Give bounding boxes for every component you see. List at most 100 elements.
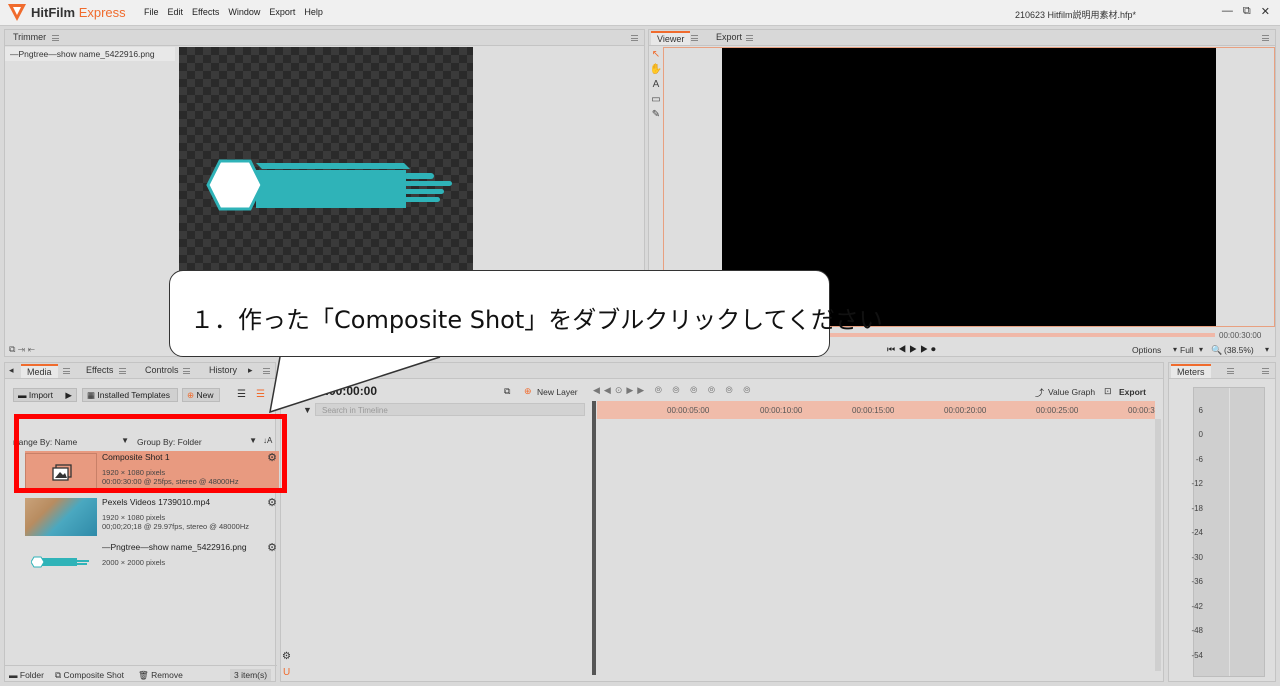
minimize-icon[interactable]: — — [1222, 5, 1233, 18]
hand-tool-icon[interactable]: ✋ — [649, 62, 663, 77]
new-button[interactable]: ⊕ New — [182, 388, 220, 402]
transport-controls[interactable]: ⏮◀▶▶⏺ — [887, 344, 939, 355]
restore-icon[interactable]: ⧉ — [1243, 5, 1251, 18]
viewer-scrubber[interactable] — [829, 333, 1215, 337]
meter-scale-label: -12 — [1191, 479, 1203, 488]
media-item-dimensions: 2000 × 2000 pixels — [102, 558, 166, 567]
installed-templates-button[interactable]: ▦ Installed Templates — [82, 388, 178, 402]
tab-viewer[interactable]: Viewer — [651, 31, 691, 45]
chevron-down-icon[interactable]: ▾ — [1173, 345, 1177, 354]
tab-history[interactable]: History — [209, 365, 237, 375]
timeline-nav-controls[interactable]: ◀◀⊙▶▶ ⦾ ⦾ ⦾ ⦾ ⦾ ⦾ — [593, 385, 754, 396]
timeline-ruler[interactable]: 00:00:05:00 00:00:10:00 00:00:15:00 00:0… — [597, 401, 1155, 419]
trimmer-file-tab[interactable]: —Pngtree—show name_5422916.png — [5, 47, 175, 61]
meter-divider — [1229, 388, 1230, 676]
tab-controls[interactable]: Controls — [145, 365, 179, 375]
tab-meters[interactable]: Meters — [1171, 364, 1211, 378]
menu-export[interactable]: Export — [269, 7, 295, 17]
panel-menu-icon[interactable] — [1262, 35, 1269, 41]
ruler-tick-label: 00:00:3 — [1128, 406, 1155, 415]
hitfilm-logo-icon — [8, 4, 26, 21]
title-bar: HitFilm Express File Edit Effects Window… — [0, 0, 1280, 26]
viewer-tabbar: Viewer Export — [649, 30, 1275, 46]
timeline-export-button[interactable]: Export — [1119, 387, 1146, 397]
panel-menu-icon[interactable] — [631, 35, 638, 41]
layer-divider[interactable] — [592, 401, 596, 675]
snap-magnet-icon[interactable]: U — [283, 667, 290, 678]
zoom-dropdown[interactable]: (38.5%) — [1224, 345, 1254, 355]
pen-tool-icon[interactable]: ✎ — [649, 107, 663, 122]
tab-media[interactable]: Media — [21, 364, 58, 378]
menu-help[interactable]: Help — [304, 7, 323, 17]
trimmer-tabbar: Trimmer — [5, 30, 644, 46]
meters-tabbar: Meters — [1169, 363, 1275, 379]
value-graph-icon: ⤴ — [1035, 388, 1045, 398]
media-item-pexels-video[interactable]: Pexels Videos 1739010.mp4 1920 × 1080 pi… — [25, 496, 279, 538]
value-graph-button[interactable]: Value Graph — [1048, 387, 1095, 397]
list-view-icon[interactable]: ☰ — [237, 389, 246, 400]
menu-icon[interactable] — [1227, 368, 1234, 374]
menu-bar: File Edit Effects Window Export Help — [144, 7, 332, 17]
text-tool-icon[interactable]: A — [649, 77, 663, 92]
composite-icon: ⧉ — [55, 670, 62, 680]
window-controls: — ⧉ ✕ — [1222, 5, 1270, 18]
menu-icon[interactable] — [63, 368, 70, 374]
gear-icon[interactable]: ⚙ — [267, 541, 277, 554]
zoom-icon: 🔍 — [1211, 345, 1223, 355]
media-item-details: 00;00;20;18 @ 29.97fps, stereo @ 48000Hz — [102, 522, 249, 531]
new-layer-button[interactable]: New Layer — [537, 387, 578, 397]
document-title: 210623 Hitfilm説明用素材.hfp* — [1015, 10, 1137, 20]
gear-icon[interactable]: ⚙ — [267, 496, 277, 509]
annotation-highlight-box — [14, 414, 287, 493]
meter-scale-label: -6 — [1195, 455, 1203, 464]
trimmer-controls-icon[interactable]: ⧉ ⇥ ⇤ — [9, 344, 35, 355]
quality-dropdown[interactable]: Full — [1180, 345, 1194, 355]
gear-icon[interactable]: ⚙ — [282, 651, 291, 662]
menu-icon[interactable] — [119, 368, 126, 374]
tab-trimmer[interactable]: Trimmer — [13, 32, 46, 42]
import-button[interactable]: ▬ Import ▶ — [13, 388, 77, 402]
tab-export[interactable]: Export — [716, 32, 742, 42]
pexels-video-thumbnail — [25, 498, 97, 536]
ruler-tick-label: 00:00:25:00 — [1036, 406, 1079, 415]
png-thumbnail — [25, 543, 97, 581]
show-name-graphic — [206, 159, 452, 211]
trimmer-preview[interactable] — [179, 47, 473, 300]
chevron-down-icon[interactable]: ▾ — [1265, 345, 1269, 354]
new-composite-shot-button[interactable]: ⧉ Composite Shot — [55, 670, 124, 681]
chevron-right-icon: ▶ — [65, 390, 72, 400]
callout-join — [200, 340, 440, 356]
media-tabbar: ◂ Media Effects Controls History ▸ — [5, 363, 275, 379]
tab-scroll-right-icon[interactable]: ▸ — [248, 365, 253, 376]
trimmer-file-label: —Pngtree—show name_5422916.png — [10, 49, 155, 59]
panel-menu-icon[interactable] — [1262, 368, 1269, 374]
options-dropdown[interactable]: Options — [1132, 345, 1161, 355]
app-name: HitFilm Express — [31, 5, 126, 20]
timeline-scrollbar[interactable] — [1155, 419, 1161, 671]
ruler-tick-label: 00:00:15:00 — [852, 406, 895, 415]
tab-effects[interactable]: Effects — [86, 365, 113, 375]
remove-button[interactable]: 🗑 Remove — [138, 670, 183, 681]
menu-icon[interactable] — [746, 35, 753, 41]
media-item-dimensions: 1920 × 1080 pixels — [102, 513, 166, 522]
menu-icon[interactable] — [52, 35, 59, 41]
menu-edit[interactable]: Edit — [168, 7, 184, 17]
ruler-tick-label: 00:00:05:00 — [667, 406, 710, 415]
media-item-png[interactable]: —Pngtree—show name_5422916.png 2000 × 20… — [25, 541, 279, 583]
close-icon[interactable]: ✕ — [1261, 5, 1270, 18]
menu-icon[interactable] — [183, 368, 190, 374]
zoom-icon[interactable]: ⊡ — [1104, 386, 1112, 397]
select-tool-icon[interactable]: ↖ — [649, 47, 663, 62]
meter-scale-label: -54 — [1191, 651, 1203, 660]
new-folder-button[interactable]: ▬ Folder — [9, 670, 44, 680]
rectangle-tool-icon[interactable]: ▭ — [649, 92, 663, 107]
menu-window[interactable]: Window — [228, 7, 260, 17]
menu-icon[interactable] — [691, 35, 698, 41]
item-count: 3 item(s) — [230, 669, 272, 681]
chevron-down-icon[interactable]: ▾ — [1199, 345, 1203, 354]
menu-file[interactable]: File — [144, 7, 159, 17]
tab-scroll-left-icon[interactable]: ◂ — [9, 365, 14, 376]
plus-circle-icon: ⊕ — [524, 386, 532, 396]
folder-icon: ▬ — [18, 390, 27, 400]
menu-effects[interactable]: Effects — [192, 7, 219, 17]
